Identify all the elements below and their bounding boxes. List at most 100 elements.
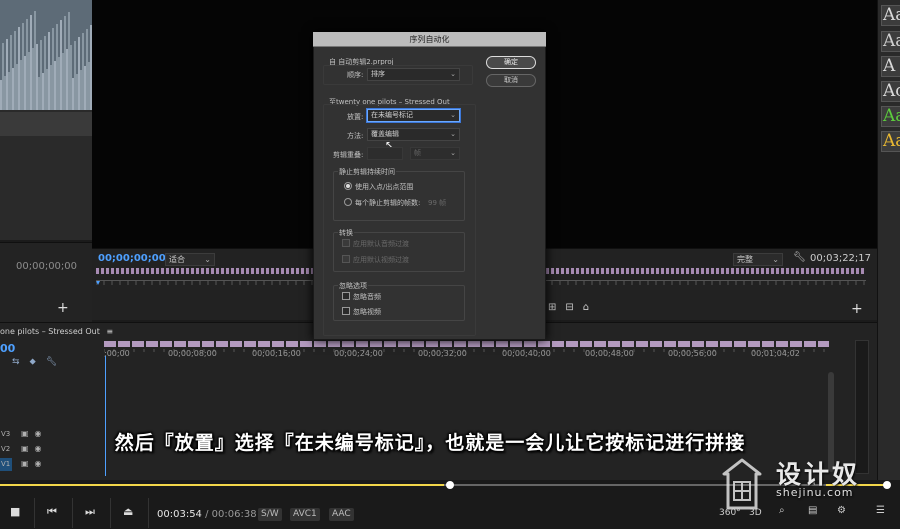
sequence-marker[interactable] — [191, 268, 194, 274]
sequence-marker[interactable] — [711, 268, 714, 274]
sequence-marker[interactable] — [314, 341, 326, 347]
sequence-marker[interactable] — [626, 268, 629, 274]
order-dropdown[interactable]: 排序 ⌄ — [367, 68, 460, 81]
sequence-marker[interactable] — [412, 341, 424, 347]
sequence-marker[interactable] — [552, 341, 564, 347]
sequence-marker[interactable] — [741, 268, 744, 274]
sequence-marker[interactable] — [211, 268, 214, 274]
sequence-marker[interactable] — [454, 341, 466, 347]
menu-icon[interactable]: ≡ — [106, 327, 113, 336]
sequence-marker[interactable] — [656, 268, 659, 274]
sequence-marker[interactable] — [636, 341, 648, 347]
sequence-marker[interactable] — [591, 268, 594, 274]
sequence-marker[interactable] — [151, 268, 154, 274]
sequence-marker[interactable] — [111, 268, 114, 274]
sequence-marker[interactable] — [146, 268, 149, 274]
sequence-marker[interactable] — [174, 341, 186, 347]
sequence-marker[interactable] — [861, 268, 864, 274]
sequence-marker[interactable] — [186, 268, 189, 274]
sequence-marker[interactable] — [596, 268, 599, 274]
sequence-marker[interactable] — [631, 268, 634, 274]
sequence-marker[interactable] — [256, 268, 259, 274]
sequence-marker[interactable] — [801, 268, 804, 274]
still-range-radio[interactable] — [344, 182, 352, 190]
source-add-button[interactable]: + — [57, 300, 69, 316]
sequence-marker[interactable] — [236, 268, 239, 274]
sequence-marker[interactable] — [161, 268, 164, 274]
sequence-marker[interactable] — [244, 341, 256, 347]
sequence-marker[interactable] — [281, 268, 284, 274]
still-frames-radio[interactable] — [344, 198, 352, 206]
sequence-marker[interactable] — [761, 268, 764, 274]
sequence-marker[interactable] — [566, 268, 569, 274]
sequence-marker[interactable] — [551, 268, 554, 274]
sequence-marker[interactable] — [762, 341, 774, 347]
sequence-marker[interactable] — [202, 341, 214, 347]
sequence-marker[interactable] — [206, 268, 209, 274]
text-style-swatch[interactable]: A — [881, 56, 900, 77]
sequence-marker[interactable] — [818, 341, 829, 347]
sequence-marker[interactable] — [748, 341, 760, 347]
sequence-marker[interactable] — [106, 268, 109, 274]
sequence-marker[interactable] — [241, 268, 244, 274]
sequence-marker[interactable] — [796, 268, 799, 274]
play-icon[interactable]: ■ — [10, 505, 20, 518]
sequence-marker[interactable] — [286, 341, 298, 347]
sequence-marker[interactable] — [841, 268, 844, 274]
sequence-marker[interactable] — [664, 341, 676, 347]
sequence-marker[interactable] — [681, 268, 684, 274]
method-dropdown[interactable]: 覆盖编辑 ⌄ — [367, 128, 460, 141]
sequence-marker[interactable] — [650, 341, 662, 347]
sequence-marker[interactable] — [804, 341, 816, 347]
sequence-marker[interactable] — [261, 268, 264, 274]
sequence-marker[interactable] — [300, 341, 312, 347]
sequence-marker[interactable] — [608, 341, 620, 347]
sequence-marker[interactable] — [641, 268, 644, 274]
sequence-marker[interactable] — [546, 268, 549, 274]
sequence-marker[interactable] — [296, 268, 299, 274]
clip-overlap-unit-dropdown[interactable]: 帧 ⌄ — [410, 147, 460, 160]
ignore-audio-checkbox[interactable] — [342, 292, 350, 300]
sequence-marker[interactable] — [132, 341, 144, 347]
sequence-marker[interactable] — [696, 268, 699, 274]
eject-icon[interactable]: ⏏︎ — [123, 505, 133, 518]
sequence-marker[interactable] — [188, 341, 200, 347]
sequence-marker[interactable] — [306, 268, 309, 274]
sequence-marker[interactable] — [171, 268, 174, 274]
sequence-marker[interactable] — [676, 268, 679, 274]
sequence-marker[interactable] — [370, 341, 382, 347]
sequence-marker[interactable] — [96, 268, 99, 274]
sequence-marker[interactable] — [556, 268, 559, 274]
sequence-marker[interactable] — [731, 268, 734, 274]
sequence-marker[interactable] — [646, 268, 649, 274]
still-frames-value[interactable]: 99 帧 — [428, 198, 446, 208]
sequence-marker[interactable] — [791, 268, 794, 274]
sequence-marker[interactable] — [746, 268, 749, 274]
sequence-marker[interactable] — [101, 268, 104, 274]
program-transport-icons[interactable]: ⊞⊟⌂ — [548, 302, 598, 313]
clip-overlap-input[interactable] — [367, 147, 403, 160]
sequence-marker[interactable] — [166, 268, 169, 274]
sequence-marker[interactable] — [538, 341, 550, 347]
text-style-swatch[interactable]: Aa — [881, 131, 900, 152]
sequence-marker[interactable] — [126, 268, 129, 274]
sequence-marker[interactable] — [691, 268, 694, 274]
sequence-marker[interactable] — [781, 268, 784, 274]
next-icon[interactable]: ⏭︎ — [85, 505, 95, 519]
sequence-marker[interactable] — [751, 268, 754, 274]
sequence-marker[interactable] — [826, 268, 829, 274]
sequence-marker[interactable] — [726, 268, 729, 274]
sequence-marker[interactable] — [721, 268, 724, 274]
timeline-timecode[interactable]: 00 — [0, 342, 15, 355]
sequence-marker[interactable] — [816, 268, 819, 274]
sequence-marker[interactable] — [756, 268, 759, 274]
progress-handle[interactable] — [446, 481, 454, 489]
transition-audio-checkbox[interactable] — [342, 239, 350, 247]
sequence-marker[interactable] — [201, 268, 204, 274]
sequence-marker[interactable] — [811, 268, 814, 274]
text-style-swatch[interactable]: Aa — [881, 106, 900, 127]
sequence-marker[interactable] — [716, 268, 719, 274]
fit-dropdown[interactable]: 适合 ⌄ — [165, 253, 215, 266]
sequence-marker[interactable] — [251, 268, 254, 274]
cancel-button[interactable]: 取消 — [486, 74, 536, 87]
